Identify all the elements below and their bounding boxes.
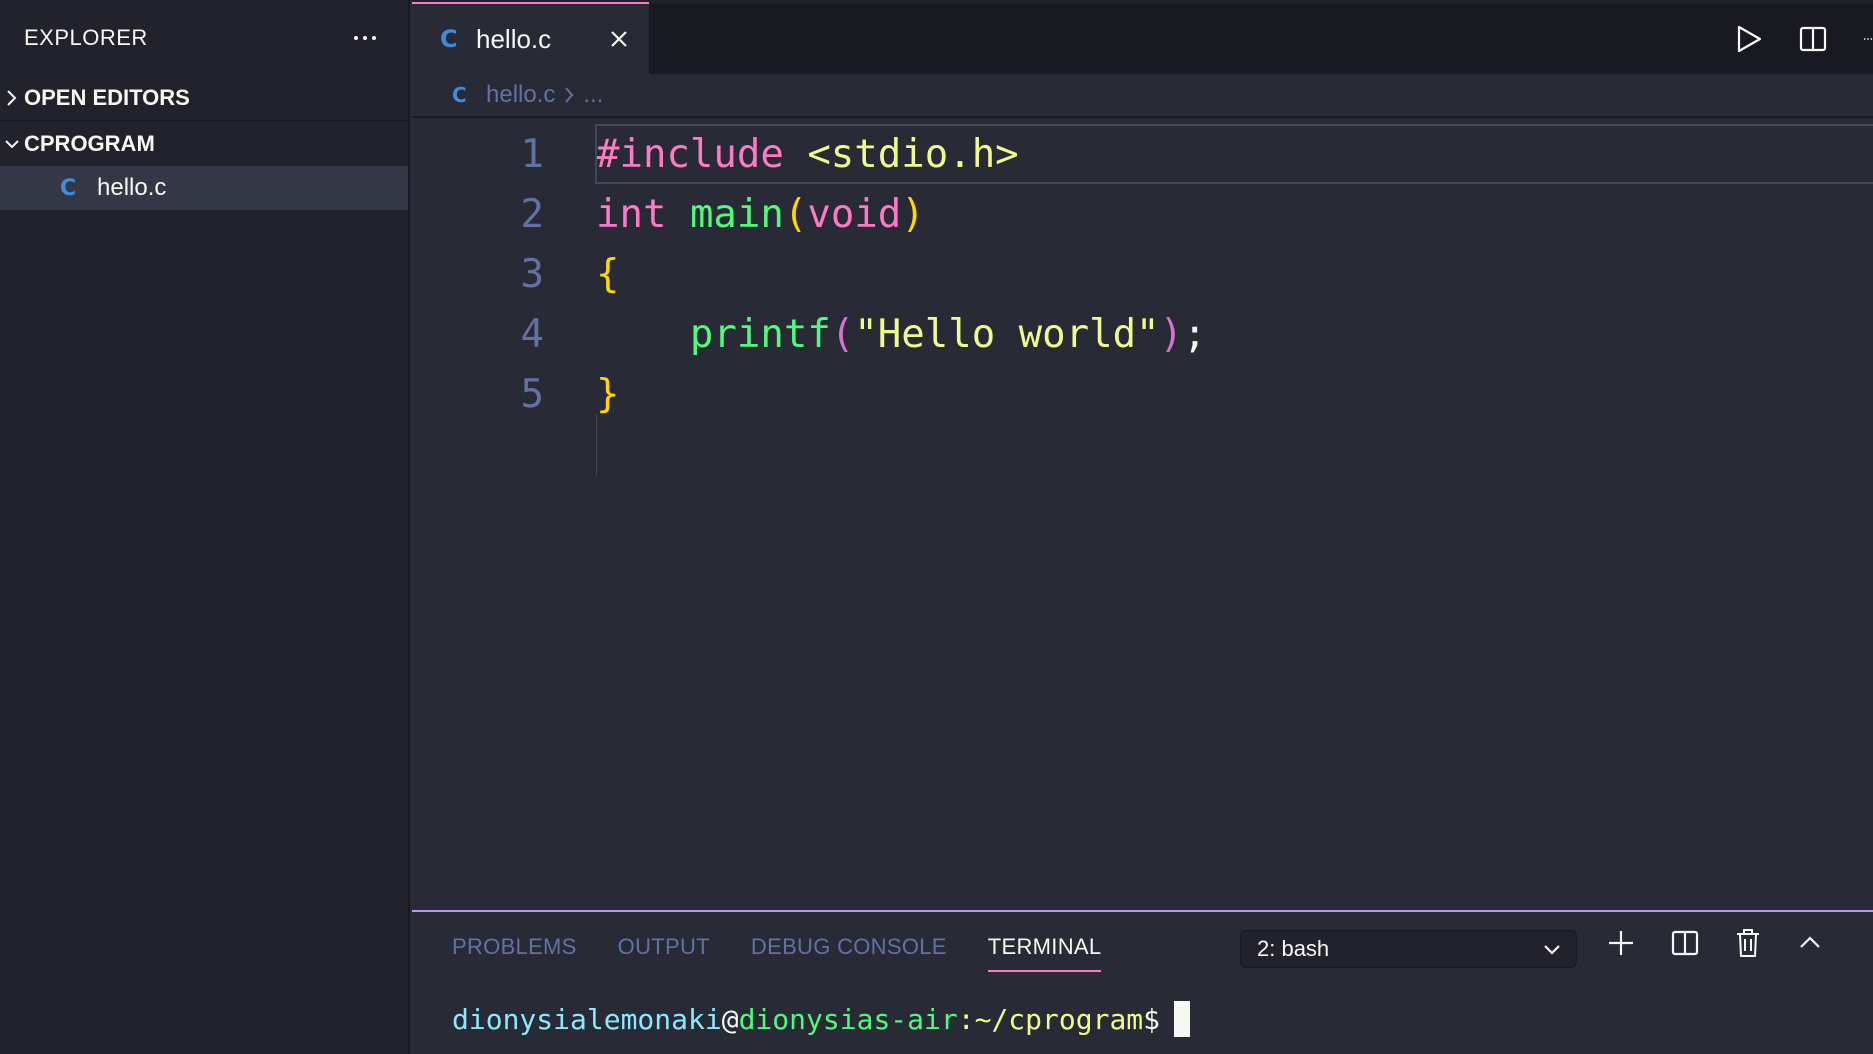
line-content: printf("Hello world");	[689, 311, 1207, 357]
code-line-4[interactable]: 4 printf("Hello world");	[412, 304, 1873, 364]
terminal-cursor	[1174, 1001, 1191, 1037]
terminal-selector-value: 2: bash	[1257, 936, 1330, 961]
cprogram-folder-section[interactable]: CPROGRAM	[0, 121, 408, 166]
chevron-right-icon	[0, 89, 24, 107]
explorer-header: EXPLORER	[0, 0, 408, 76]
tab-bar: C hello.c	[412, 0, 1873, 74]
tab-output[interactable]: OUTPUT	[618, 912, 710, 982]
run-icon[interactable]	[1735, 24, 1763, 54]
terminal-path: :~/cprogram	[957, 1002, 1144, 1036]
tab-debug-console[interactable]: DEBUG CONSOLE	[751, 912, 947, 982]
line-content: #include <stdio.h>	[596, 131, 1019, 177]
line-number: 5	[520, 371, 544, 417]
line-content: }	[596, 371, 620, 417]
tab-terminal[interactable]: TERMINAL	[987, 912, 1102, 982]
code-line-1[interactable]: 1 #include <stdio.h>	[412, 124, 1873, 184]
new-terminal-icon[interactable]	[1607, 929, 1635, 957]
explorer-sidebar: EXPLORER OPEN EDITORS CPROGRAM C hello.c	[0, 0, 410, 1054]
folder-label: CPROGRAM	[24, 130, 155, 156]
editor-area: C hello.c C hello.c ... 1 #include <stdi…	[412, 0, 1873, 910]
trash-icon[interactable]	[1735, 928, 1761, 958]
c-file-icon: C	[60, 175, 77, 201]
line-number: 1	[520, 131, 544, 177]
vscode-window: EXPLORER OPEN EDITORS CPROGRAM C hello.c	[0, 0, 1873, 1054]
line-number: 2	[520, 191, 544, 237]
line-content: int main(void)	[596, 191, 925, 237]
bottom-panel: PROBLEMS OUTPUT DEBUG CONSOLE TERMINAL 2…	[412, 910, 1873, 1054]
code-line-3[interactable]: 3 {	[412, 244, 1873, 304]
split-editor-icon[interactable]	[1799, 25, 1827, 53]
c-file-icon: C	[452, 83, 467, 107]
chevron-up-icon[interactable]	[1797, 930, 1823, 956]
terminal-user: dionysialemonaki	[452, 1002, 722, 1036]
terminal-prompt: $	[1143, 1002, 1161, 1036]
line-number: 4	[520, 311, 544, 357]
line-number: 3	[520, 251, 544, 297]
more-editor-actions-icon[interactable]	[1863, 25, 1873, 53]
tab-problems[interactable]: PROBLEMS	[452, 912, 577, 982]
code-editor[interactable]: 1 #include <stdio.h> 2 int main(void) 3 …	[412, 118, 1873, 476]
terminal-at: @	[721, 1002, 739, 1036]
breadcrumb-file[interactable]: hello.c	[486, 81, 555, 109]
more-actions-icon[interactable]	[346, 28, 384, 48]
chevron-down-icon	[0, 138, 24, 150]
file-name: hello.c	[97, 174, 167, 201]
file-item-hello-c[interactable]: C hello.c	[0, 166, 408, 210]
c-file-icon: C	[440, 25, 458, 53]
editor-actions	[1735, 4, 1873, 74]
code-line-2[interactable]: 2 int main(void)	[412, 184, 1873, 244]
breadcrumb: C hello.c ...	[412, 74, 1873, 118]
terminal-output[interactable]: dionysialemonaki @ dionysias-air:~/cprogra…	[412, 982, 1873, 1054]
tab-label: hello.c	[476, 23, 552, 54]
tab-hello-c[interactable]: C hello.c	[412, 2, 649, 74]
chevron-down-icon	[1542, 939, 1562, 959]
panel-tabs: PROBLEMS OUTPUT DEBUG CONSOLE TERMINAL 2…	[412, 912, 1873, 982]
open-editors-label: OPEN EDITORS	[24, 85, 190, 110]
code-line-5[interactable]: 5 }	[412, 364, 1873, 424]
breadcrumb-more[interactable]: ...	[583, 81, 603, 109]
open-editors-section[interactable]: OPEN EDITORS	[0, 76, 408, 121]
chevron-right-icon	[563, 85, 575, 105]
explorer-title: EXPLORER	[24, 25, 148, 50]
line-content: {	[596, 251, 620, 297]
terminal-selector[interactable]: 2: bash	[1240, 930, 1577, 968]
terminal-host: dionysias-air	[738, 1002, 958, 1036]
panel-actions	[1607, 928, 1823, 958]
close-icon[interactable]	[609, 29, 629, 49]
split-terminal-icon[interactable]	[1671, 929, 1699, 957]
